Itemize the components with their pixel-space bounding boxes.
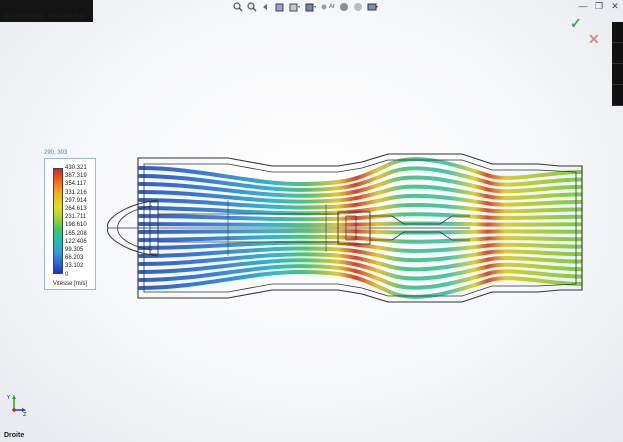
legend-caption: Vitesse [m/s] — [52, 281, 88, 287]
legend-tick: 331.216 — [65, 189, 87, 196]
legend-tick: 387.319 — [65, 173, 87, 180]
legend-tick: 297.914 — [65, 197, 87, 204]
view-orientation-label: Droite — [4, 432, 25, 439]
legend-tick: 354.117 — [65, 181, 87, 188]
legend-tick: 264.613 — [65, 206, 87, 212]
legend-tick: 122.406 — [65, 238, 87, 245]
legend-color-bar — [53, 168, 63, 274]
streamline — [138, 221, 582, 228]
legend-tick: 33.102 — [65, 263, 84, 270]
legend-tick: 0 — [65, 271, 69, 278]
legend-tick: 198.610 — [65, 222, 87, 229]
legend-tick: 99.305 — [65, 247, 84, 253]
velocity-legend[interactable]: 430.321 387.319 354.117 331.216 297.914 … — [44, 158, 96, 290]
streamline — [138, 228, 582, 235]
triad-z-label: Z — [23, 412, 27, 416]
legend-tick: 430.321 — [65, 165, 87, 171]
legend-title: 290, 303 — [44, 150, 68, 156]
legend-tick: 231.711 — [65, 214, 87, 221]
streamline — [138, 212, 582, 222]
axis-triad: Y Z — [6, 395, 27, 416]
triad-y-label: Y — [6, 395, 11, 401]
streamline — [138, 234, 582, 244]
legend-tick: 165.208 — [65, 230, 87, 237]
legend-tick: 66.203 — [65, 255, 84, 262]
